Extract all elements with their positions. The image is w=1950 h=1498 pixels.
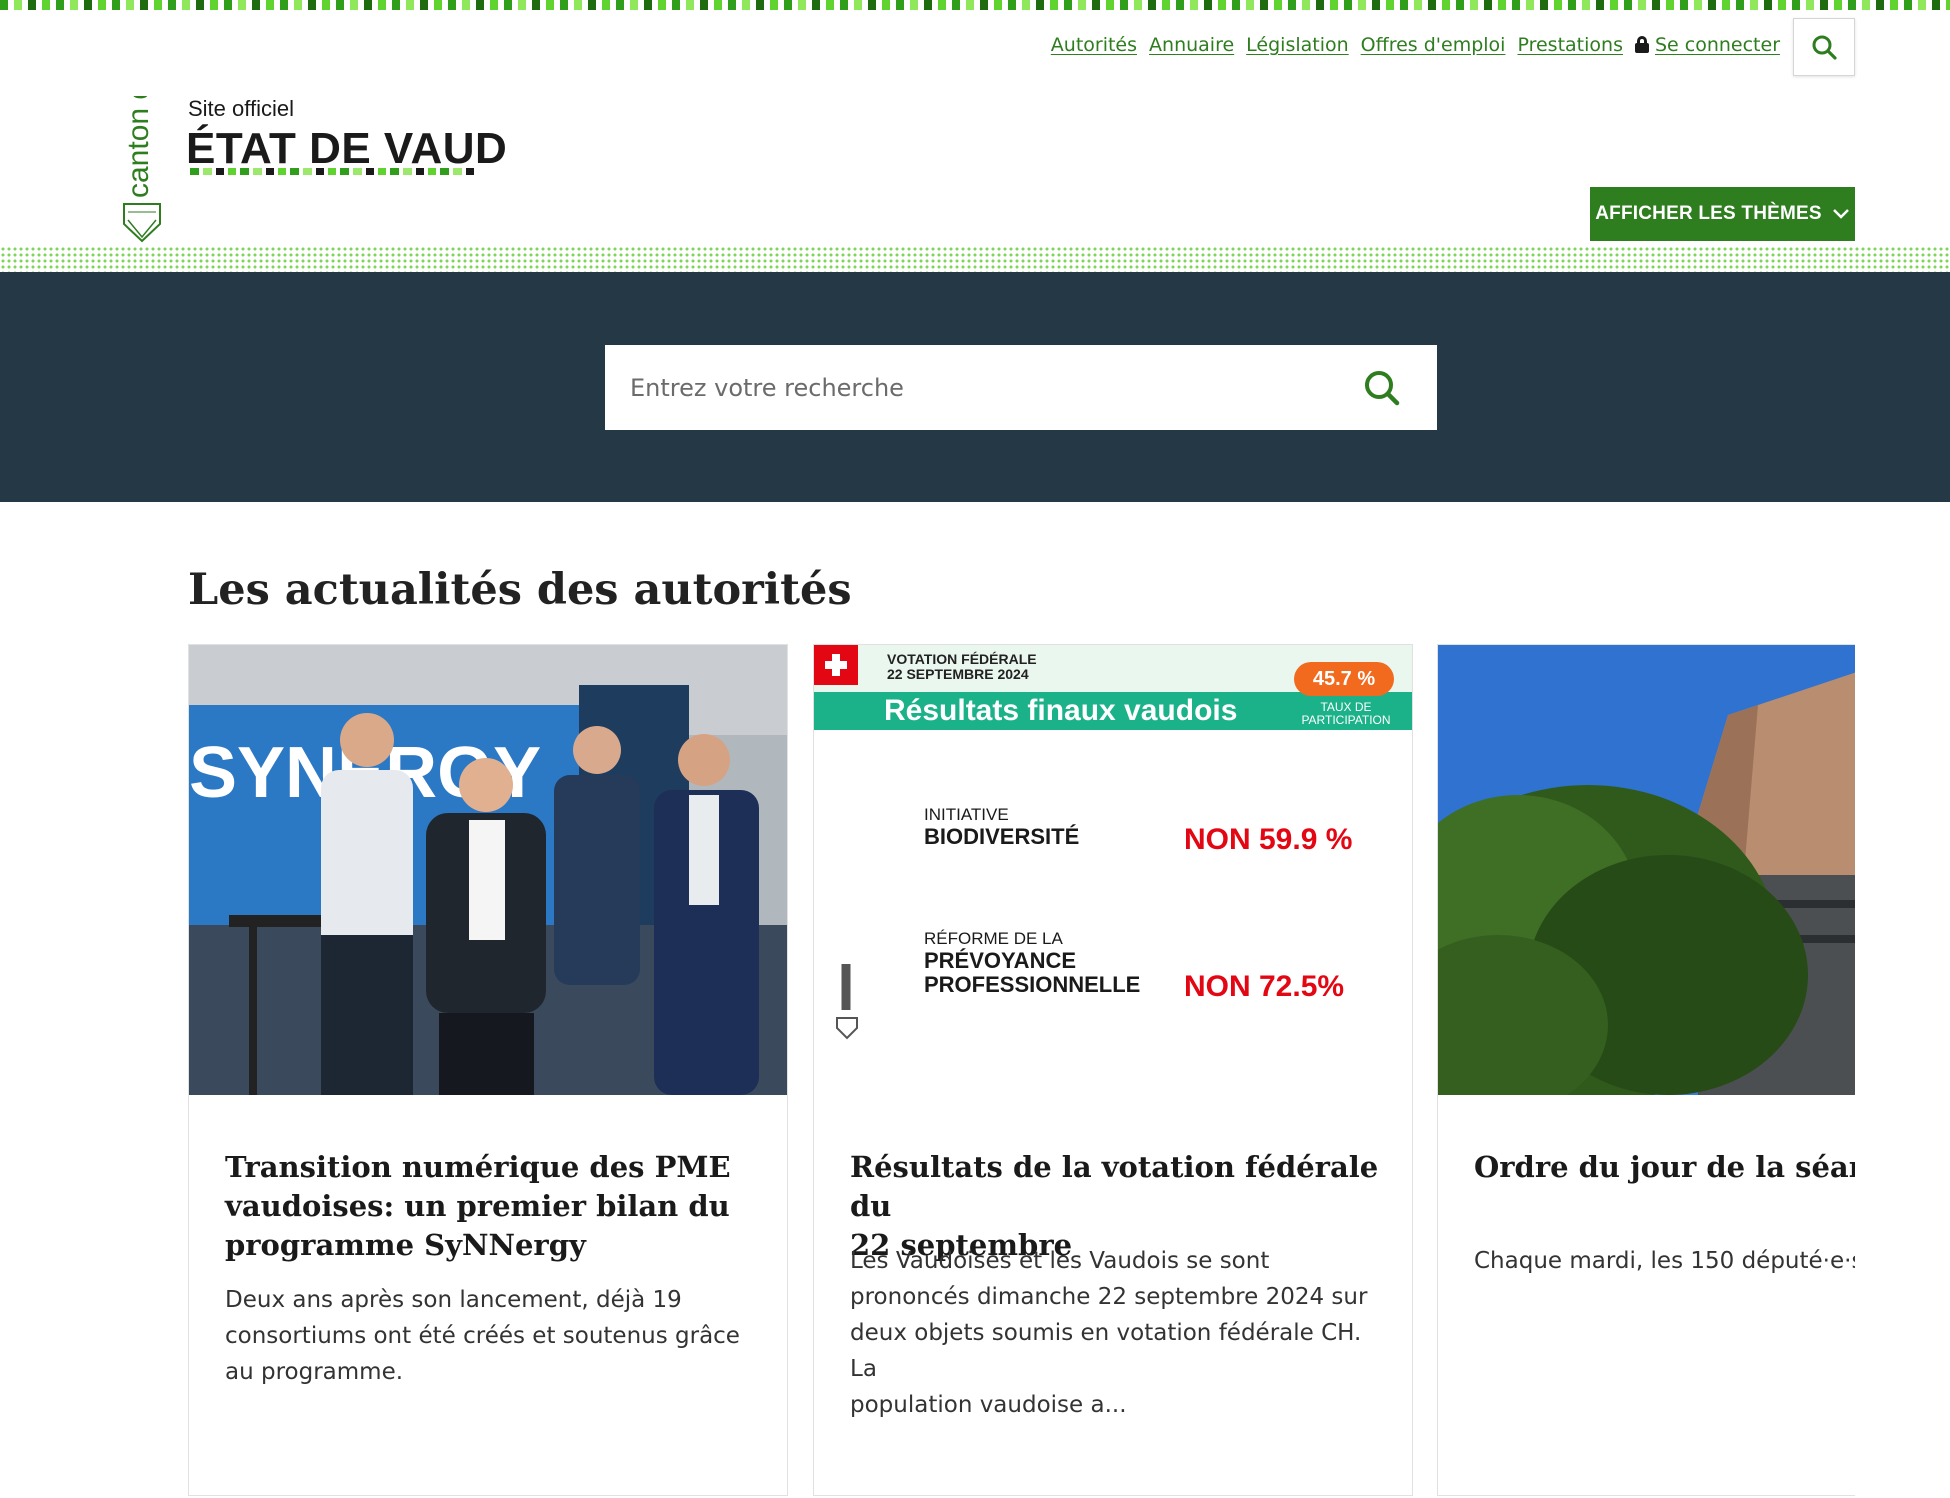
vote-object-1-kicker: INITIATIVE [924,805,1009,824]
svg-text:canton de vaud: canton de vaud [122,96,155,198]
participation-rate-label: TAUX DE PARTICIPATION [1301,700,1391,727]
news-card[interactable]: SYNERGY Transition num [188,644,788,1496]
card-image-synnergy: SYNERGY [189,645,787,1095]
vote-object-2-title: PRÉVOYANCE PROFESSIONNELLE [924,948,1141,997]
nav-link-annuaire[interactable]: Annuaire [1149,34,1234,56]
card-image-parliament [1438,645,1855,1095]
card-summary: Les Vaudoises et les Vaudois se sont pro… [850,1248,1368,1418]
vote-object-1-title: BIODIVERSITÉ [924,824,1080,849]
utility-nav: Autorités Annuaire Législation Offres d'… [1051,34,1780,56]
login-link-label[interactable]: Se connecter [1655,34,1780,56]
votation-banner-title: Résultats finaux vaudois [884,694,1238,727]
header-dotted-band [0,246,1950,272]
chevron-down-icon [1832,209,1849,219]
canton-vaud-logo[interactable]: canton de vaud [118,0,166,244]
lock-icon [1634,36,1649,53]
top-decorative-stripe [0,0,1950,10]
login-link[interactable]: Se connecter [1634,34,1780,56]
search-icon [1365,370,1400,405]
vote-object-1-result: NON 59.9 % [1184,823,1353,856]
vote-object-2: RÉFORME DE LA PRÉVOYANCE PROFESSIONNELLE [924,929,1140,997]
show-themes-button[interactable]: AFFICHER LES THÈMES [1590,187,1855,241]
hero-search-section [0,272,1950,502]
site-kicker: Site officiel [188,96,294,121]
news-card[interactable]: VOTATION FÉDÉRALE 22 SEPTEMBRE 2024 Résu… [813,644,1413,1496]
vote-object-1: INITIATIVE BIODIVERSITÉ [924,805,1079,849]
vote-object-2-kicker: RÉFORME DE LA [924,929,1063,948]
card-summary: Deux ans après son lancement, déjà 19 co… [225,1287,740,1385]
nav-link-autorites[interactable]: Autorités [1051,34,1137,56]
header-search-button[interactable] [1793,18,1855,76]
swiss-flag-icon [814,645,858,685]
search-icon [1812,35,1837,60]
site-title[interactable]: ÉTAT DE VAUD [186,124,507,174]
card-title[interactable]: Transition numérique des PME vaudoises: … [225,1148,765,1265]
title-decorative-stripe [190,168,478,175]
nav-link-offres-emploi[interactable]: Offres d'emploi [1361,34,1506,56]
show-themes-label: AFFICHER LES THÈMES [1595,203,1822,224]
card-summary: Chaque mardi, les 150 député·e·s, le peu… [1474,1248,1855,1274]
search-submit-button[interactable] [1352,358,1412,418]
news-cards: SYNERGY Transition num [188,644,1855,1498]
card-image-votation: VOTATION FÉDÉRALE 22 SEPTEMBRE 2024 Résu… [814,645,1412,1095]
nav-link-prestations[interactable]: Prestations [1517,34,1623,56]
card-title[interactable]: Ordre du jour de la séance Conseil du 24… [1474,1148,1855,1187]
news-section-title: Les actualités des autorités [188,565,852,615]
vote-object-2-result: NON 72.5% [1184,970,1345,1003]
search-box [605,345,1437,430]
nav-link-legislation[interactable]: Législation [1246,34,1349,56]
participation-rate: 45.7 % [1294,662,1394,696]
news-card[interactable]: Ordre du jour de la séance Conseil du 24… [1437,644,1855,1496]
canton-vaud-small-logo [834,960,860,1040]
search-input[interactable] [630,373,1352,402]
votation-kicker: VOTATION FÉDÉRALE 22 SEPTEMBRE 2024 [887,651,1037,682]
